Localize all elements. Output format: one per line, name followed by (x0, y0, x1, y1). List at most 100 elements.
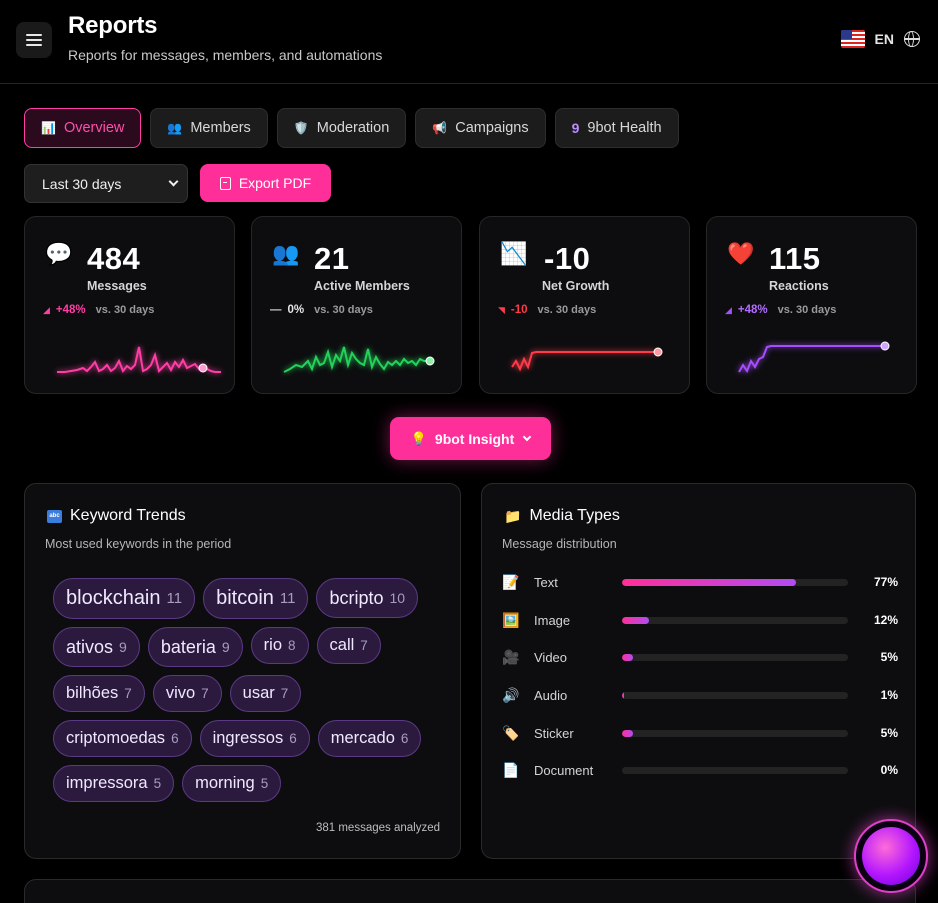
delta-value: +48% (737, 304, 768, 316)
language-switcher[interactable]: EN (840, 30, 920, 48)
orb-icon (862, 827, 920, 885)
keyword-count: 7 (201, 686, 209, 701)
media-bar-fill (622, 729, 634, 737)
export-pdf-button[interactable]: Export PDF (200, 164, 331, 202)
media-row-document: 📄 Document 0% (502, 759, 898, 781)
panel-title: abc Keyword Trends (47, 507, 186, 525)
media-row-audio: 🔊 Audio 1% (502, 684, 898, 706)
keyword-chip[interactable]: rio 8 (250, 627, 309, 664)
menu-button[interactable] (16, 22, 52, 58)
keyword-chip[interactable]: bcripto 10 (316, 578, 419, 618)
tab-members[interactable]: 👥 Members (150, 108, 268, 148)
keyword-chips: blockchain 11 bitcoin 11 bcripto 10 ativos 9… (53, 578, 433, 802)
keyword-chip[interactable]: vivo 7 (152, 675, 222, 712)
stat-card-net-growth: 📉 -10 Net Growth ◥ -10 vs. 30 days (479, 216, 690, 394)
media-bar (622, 578, 848, 586)
messages-sparkline (57, 346, 221, 373)
media-label: Document (534, 762, 594, 778)
stat-delta: ◢ +48% vs. 30 days (725, 304, 836, 316)
keyword-word: ativos (66, 636, 114, 657)
delta-value: +48% (55, 304, 86, 316)
keyword-word: impressora (66, 774, 148, 792)
stat-delta: ◢ +48% vs. 30 days (43, 304, 154, 316)
keyword-word: criptomoedas (66, 729, 166, 747)
keyword-count: 5 (260, 776, 269, 791)
tab-label: 9bot Health (587, 120, 662, 136)
keyword-chip[interactable]: call 7 (316, 627, 381, 664)
lightbulb-icon: 💡 (410, 430, 427, 446)
tab-overview[interactable]: 📊 Overview (24, 108, 142, 148)
chevron-down-icon (523, 432, 532, 442)
media-bar (622, 729, 848, 737)
media-label: Video (534, 649, 568, 665)
active-members-sparkline (283, 346, 435, 373)
keyword-word: call (329, 636, 355, 654)
media-percent: 77% (873, 575, 898, 589)
media-row-image: 🖼️ Image 12% (502, 609, 898, 631)
keyword-count: 6 (171, 731, 179, 746)
keyword-chip[interactable]: morning 5 (182, 765, 282, 802)
keyword-chip[interactable]: ativos 9 (53, 627, 140, 667)
media-label: Image (534, 612, 571, 628)
page-header: Reports Reports for messages, members, a… (0, 0, 938, 84)
media-bar-fill (622, 616, 650, 624)
keyword-chip[interactable]: bitcoin 11 (203, 578, 309, 619)
panel-subtitle: Message distribution (502, 537, 617, 551)
abc-icon: abc (47, 509, 62, 523)
keyword-chip[interactable]: ingressos 6 (199, 720, 310, 757)
stat-value: 115 (769, 241, 821, 276)
keyword-count: 11 (279, 590, 296, 607)
keyword-count: 5 (153, 776, 162, 791)
period-select[interactable]: Last 30 days (24, 164, 188, 203)
globe-icon[interactable] (903, 30, 920, 47)
keyword-word: blockchain (66, 587, 161, 609)
reactions-sparkline (738, 341, 890, 374)
media-label: Sticker (534, 725, 574, 741)
keyword-chip[interactable]: mercado 6 (317, 720, 422, 757)
stat-label: Messages (87, 279, 147, 293)
media-row-text: 📝 Text 77% (502, 571, 898, 593)
keyword-chip[interactable]: bateria 9 (147, 627, 243, 667)
trend-down-icon: ◥ (498, 304, 505, 315)
keyword-word: bitcoin (216, 587, 274, 609)
stat-card-messages: 💬 484 Messages ◢ +48% vs. 30 days (24, 216, 235, 394)
messages-analyzed: 381 messages analyzed (315, 822, 440, 834)
media-label: Text (534, 574, 558, 590)
trend-up-icon: ◢ (725, 304, 732, 315)
heart-icon: ❤️ (727, 241, 755, 266)
keyword-chip[interactable]: usar 7 (229, 675, 302, 712)
stat-value: -10 (544, 241, 591, 276)
keyword-chip[interactable]: criptomoedas 6 (53, 720, 192, 757)
keyword-count: 9 (119, 639, 127, 655)
tab-9bot-health[interactable]: 9 9bot Health (554, 108, 679, 148)
stat-card-active-members: 👥 21 Active Members — 0% vs. 30 days (251, 216, 462, 394)
delta-compare: vs. 30 days (537, 304, 597, 316)
keyword-count: 9 (221, 639, 230, 655)
us-flag-icon (840, 30, 865, 48)
media-bar (622, 691, 848, 699)
panel-title-text: Keyword Trends (70, 507, 186, 524)
media-bar (622, 653, 848, 661)
speaker-icon: 🔊 (502, 686, 520, 703)
keyword-chip[interactable]: impressora 5 (53, 765, 175, 802)
megaphone-icon: 📢 (432, 121, 448, 135)
bot-icon: 9 (571, 120, 580, 136)
assistant-orb-button[interactable] (854, 819, 928, 893)
media-bar (622, 766, 848, 774)
keyword-chip[interactable]: bilhões 7 (53, 675, 145, 712)
keyword-count: 7 (124, 686, 132, 701)
keyword-count: 7 (360, 638, 368, 653)
next-panel (24, 879, 916, 903)
media-bar (622, 616, 848, 624)
page-title: Reports (68, 12, 158, 39)
media-bar-fill (622, 653, 634, 661)
media-percent: 5% (880, 650, 898, 664)
trend-up-icon: ◢ (43, 304, 50, 315)
stat-delta: ◥ -10 vs. 30 days (498, 304, 596, 316)
media-row-sticker: 🏷️ Sticker 5% (502, 722, 898, 744)
tab-moderation[interactable]: 🛡️ Moderation (276, 108, 407, 148)
tab-campaigns[interactable]: 📢 Campaigns (415, 108, 546, 148)
keyword-word: vivo (165, 684, 196, 702)
9bot-insight-button[interactable]: 💡 9bot Insight (390, 417, 551, 460)
keyword-chip[interactable]: blockchain 11 (53, 578, 196, 619)
